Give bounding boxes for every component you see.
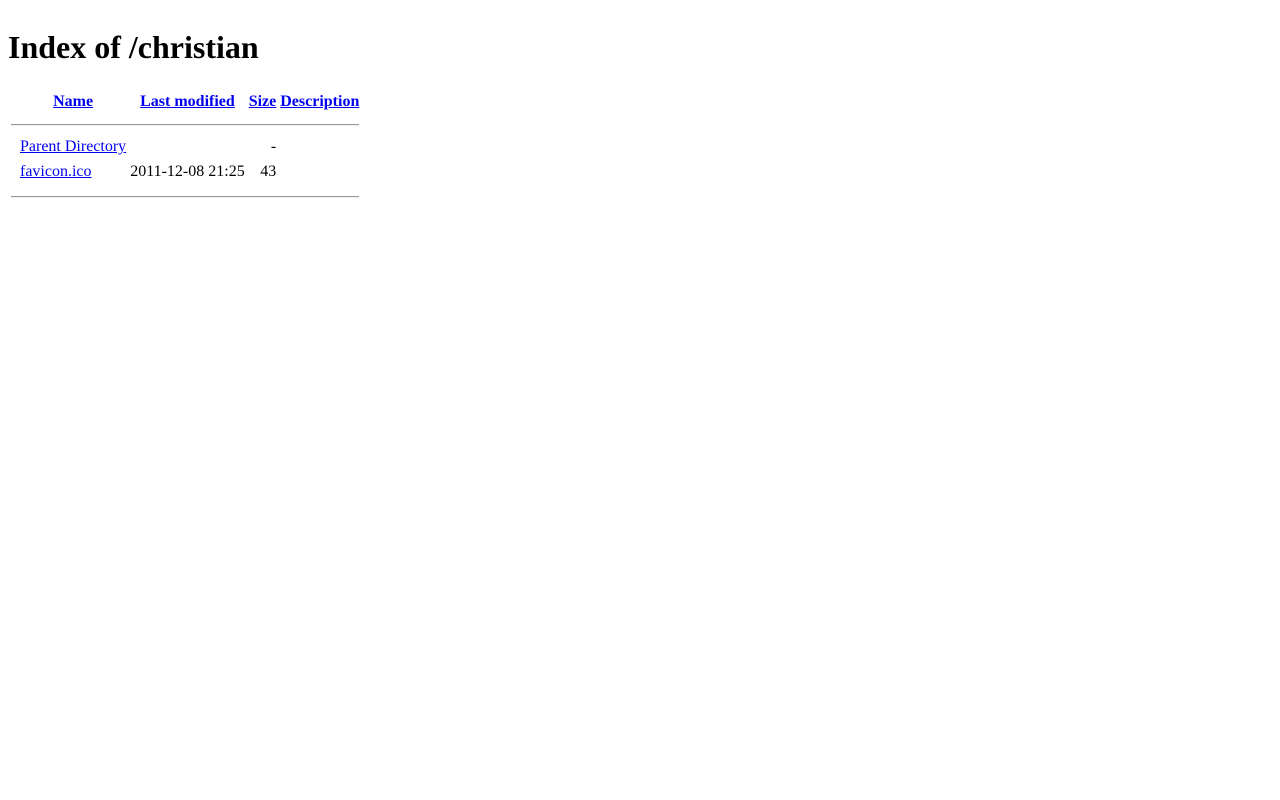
file-table: Name Last modified Size Description Pare…	[8, 88, 362, 209]
row-last-modified-cell: 2011-12-08 21:25	[130, 163, 245, 180]
sort-by-last-modified-link[interactable]: Last modified	[140, 93, 235, 110]
footer-separator-cell	[10, 187, 360, 207]
table-row: Parent Directory -	[10, 137, 360, 160]
parent-directory-link[interactable]: Parent Directory	[20, 138, 126, 155]
footer-divider	[11, 196, 360, 198]
last-modified-column-header: Last modified	[129, 90, 246, 113]
icon-column-header	[10, 90, 17, 113]
header-divider	[11, 124, 360, 126]
row-icon-cell	[10, 162, 17, 185]
sort-by-name-link[interactable]: Name	[53, 93, 93, 110]
blank-icon	[13, 90, 14, 108]
row-size-cell: -	[270, 138, 277, 155]
sort-by-size-link[interactable]: Size	[249, 93, 277, 110]
sort-by-description-link[interactable]: Description	[280, 93, 359, 110]
footer-separator-row	[10, 187, 360, 207]
header-separator-row	[10, 115, 360, 135]
row-description-cell	[279, 162, 360, 185]
row-description-cell	[279, 137, 360, 160]
row-last-modified-cell	[129, 137, 246, 160]
table-row: favicon.ico 2011-12-08 21:25 43	[10, 162, 360, 185]
size-column-header: Size	[248, 90, 278, 113]
page-title: Index of /christian	[8, 29, 259, 65]
directory-listing-page: Index of /christian Name Last modified S…	[0, 0, 1280, 217]
name-column-header: Name	[19, 90, 127, 113]
row-icon-cell	[10, 137, 17, 160]
row-name-cell: Parent Directory	[19, 137, 127, 160]
row-size-cell: 43	[260, 163, 277, 180]
favicon-file-link[interactable]: favicon.ico	[20, 163, 92, 180]
row-name-cell: favicon.ico	[19, 162, 127, 185]
file-icon	[10, 162, 11, 180]
description-column-header: Description	[279, 90, 360, 113]
header-separator-cell	[10, 115, 360, 135]
back-icon	[10, 137, 11, 155]
table-header-row: Name Last modified Size Description	[10, 90, 360, 113]
